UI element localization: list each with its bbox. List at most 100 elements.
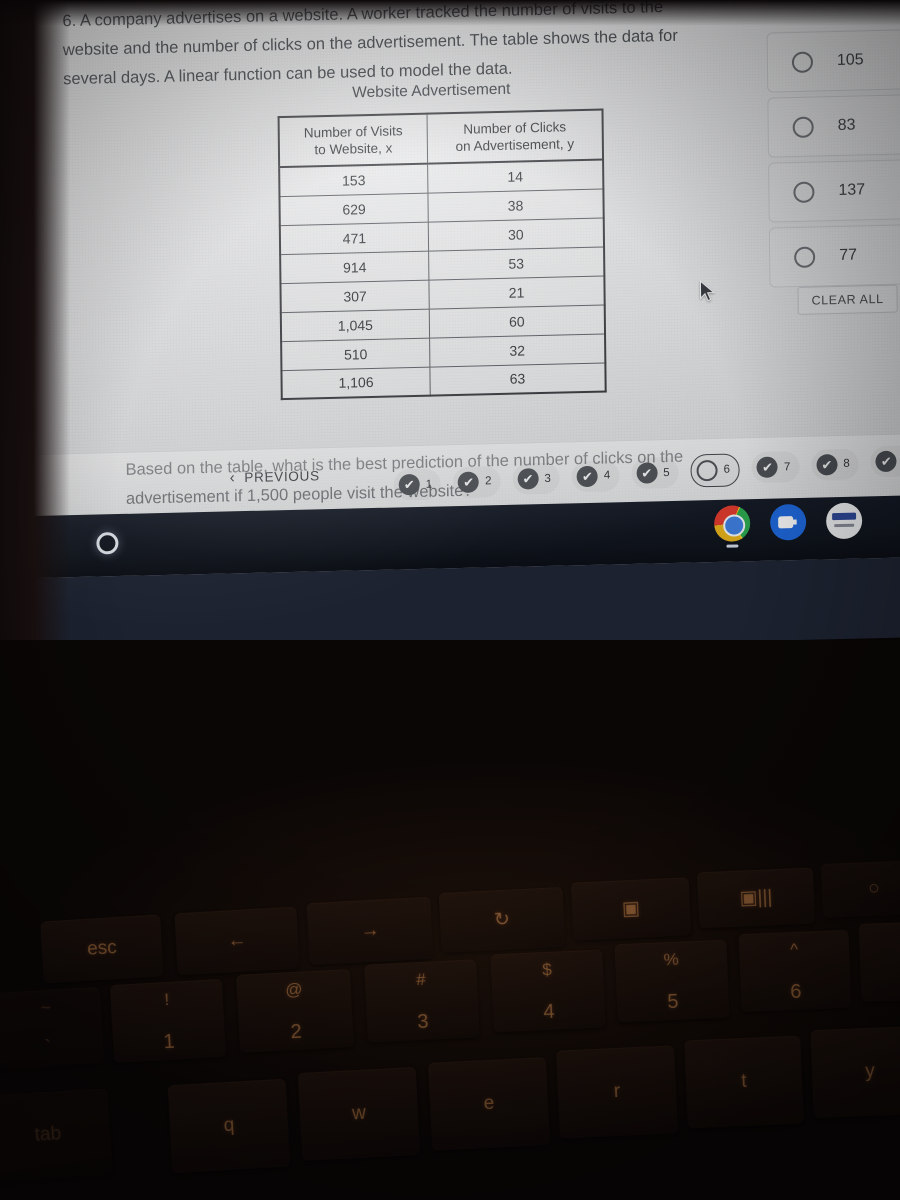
question-step-list: ✔1✔2✔3✔4✔56✔7✔8✔9: [393, 442, 900, 500]
key-q[interactable]: q: [167, 1078, 291, 1174]
step-number: 8: [843, 457, 850, 470]
table-header-clicks: Number of Clicks on Advertisement, y: [426, 109, 604, 164]
table-head: Number of Visits to Website, x Number of…: [278, 109, 604, 168]
cell-clicks: 30: [428, 217, 605, 251]
step-number: 5: [663, 466, 670, 479]
step-done-check-icon: ✔: [636, 462, 658, 484]
clear-all-button[interactable]: CLEAR ALL: [797, 284, 898, 315]
cell-clicks: 21: [428, 275, 605, 309]
radio-icon[interactable]: [791, 51, 814, 73]
key-6[interactable]: ^ 6: [738, 929, 852, 1013]
key-4[interactable]: $4: [490, 949, 606, 1033]
question-step[interactable]: ✔ 4: [572, 460, 620, 492]
cell-visits: 510: [281, 337, 430, 371]
cell-clicks: 60: [429, 304, 606, 338]
key-t[interactable]: t: [684, 1035, 804, 1129]
key-3[interactable]: #3: [364, 959, 480, 1043]
quiz-page: 6. A company advertises on a website. A …: [28, 0, 900, 579]
key-w[interactable]: w: [297, 1066, 421, 1162]
question-stem-text: A company advertises on a website. A wor…: [62, 0, 678, 89]
cell-clicks: 38: [427, 188, 604, 222]
key-e[interactable]: e: [427, 1057, 551, 1151]
table-row: 1,106 63: [281, 362, 606, 400]
key-r[interactable]: r: [556, 1045, 678, 1139]
laptop-photo: hp esc ← → ↻ ▣ ▣||| ○ ~` !1 @2 #3 $4 %5 …: [0, 0, 900, 1200]
answer-choice-label: 77: [839, 246, 858, 264]
step-current-icon: [696, 459, 718, 481]
chrome-icon[interactable]: [713, 505, 751, 548]
question-step[interactable]: ✔9: [871, 445, 900, 477]
table-header-visits: Number of Visits to Website, x: [278, 113, 428, 168]
cell-visits: 629: [279, 192, 429, 226]
question-number: 6.: [62, 11, 77, 31]
cell-visits: 471: [279, 221, 429, 255]
key-back[interactable]: ←: [174, 906, 300, 976]
step-number: 6: [723, 463, 731, 476]
cell-clicks: 53: [428, 246, 605, 280]
answer-choices: 105 83 137 77: [766, 28, 900, 293]
key-reload[interactable]: ↻: [438, 887, 566, 953]
radio-icon[interactable]: [794, 246, 816, 268]
chrome-active-indicator: [726, 544, 739, 548]
document-icon[interactable]: [825, 502, 863, 540]
cell-visits: 307: [280, 279, 430, 313]
step-number: 2: [485, 475, 492, 488]
cell-clicks: 63: [429, 362, 606, 396]
cell-visits: 1,106: [281, 366, 431, 400]
step-number: 7: [783, 460, 791, 473]
step-done-check-icon: ✔: [576, 465, 598, 487]
key-y[interactable]: y: [810, 1025, 900, 1119]
step-number: 3: [544, 472, 551, 485]
answer-choice[interactable]: 137: [768, 158, 900, 223]
key-overview[interactable]: ▣|||: [696, 867, 816, 929]
answer-choice-label: 137: [838, 181, 866, 199]
question-step[interactable]: ✔ 8: [811, 448, 859, 480]
previous-button-label: PREVIOUS: [244, 468, 320, 486]
question-step[interactable]: 6: [690, 452, 741, 488]
cell-clicks: 32: [429, 333, 606, 367]
question-step[interactable]: ✔ 1: [394, 468, 442, 500]
chevron-left-icon: ‹: [229, 469, 236, 487]
laptop-screen: 6. A company advertises on a website. A …: [28, 0, 900, 640]
step-number: 1: [425, 478, 433, 491]
laptop-screen-area: 6. A company advertises on a website. A …: [0, 0, 900, 640]
answer-choice[interactable]: 105: [766, 28, 900, 93]
meet-icon[interactable]: [769, 503, 807, 541]
key-backtick[interactable]: ~ `: [0, 986, 105, 1070]
step-done-check-icon: ✔: [875, 450, 897, 473]
key-esc[interactable]: esc: [40, 914, 164, 984]
question-step[interactable]: ✔ 7: [752, 451, 800, 483]
question-step[interactable]: ✔ 3: [512, 463, 560, 495]
cell-clicks: 14: [427, 159, 604, 193]
step-done-check-icon: ✔: [756, 456, 779, 478]
radio-icon[interactable]: [793, 181, 815, 203]
table-header-row: Number of Visits to Website, x Number of…: [278, 109, 604, 168]
key-fullscreen[interactable]: ▣: [570, 877, 692, 941]
key-1[interactable]: ! 1: [109, 978, 227, 1064]
answer-choice[interactable]: 77: [768, 223, 900, 288]
key-forward[interactable]: →: [306, 896, 434, 966]
key-7[interactable]: &7: [858, 920, 900, 1002]
launcher-circle-icon[interactable]: [96, 532, 119, 555]
key-2[interactable]: @2: [236, 969, 354, 1053]
question-step[interactable]: ✔ 2: [453, 466, 501, 498]
step-done-check-icon: ✔: [816, 453, 838, 476]
step-done-check-icon: ✔: [398, 473, 420, 496]
answer-choice[interactable]: 83: [767, 93, 900, 158]
shelf-app-icons: [713, 502, 863, 548]
previous-button[interactable]: ‹ PREVIOUS: [230, 467, 320, 486]
key-5[interactable]: % 5: [614, 939, 730, 1023]
cell-visits: 153: [279, 163, 428, 197]
question-stem: 6. A company advertises on a website. A …: [62, 0, 723, 94]
radio-icon[interactable]: [792, 116, 814, 138]
answer-choice-label: 83: [837, 116, 856, 134]
cell-visits: 1,045: [280, 308, 430, 342]
table-body: 153 14 629 38 471 30 914 53 307 21 1,045 60 510 32 1,1…: [279, 159, 606, 400]
key-tab[interactable]: tab: [0, 1088, 113, 1182]
key-brightness[interactable]: ○: [821, 860, 900, 918]
step-number: 4: [603, 469, 611, 482]
website-advertisement-table: Number of Visits to Website, x Number of…: [277, 108, 607, 401]
step-done-check-icon: ✔: [458, 471, 480, 493]
question-step[interactable]: ✔ 5: [631, 457, 679, 489]
step-done-check-icon: ✔: [517, 468, 539, 490]
